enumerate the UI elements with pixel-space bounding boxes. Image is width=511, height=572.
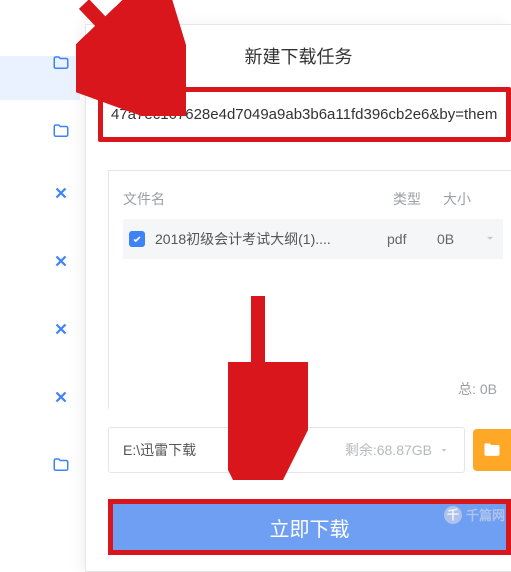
remaining-space: 剩余:68.87GB (345, 440, 432, 460)
browse-folder-button[interactable] (473, 429, 511, 471)
file-name: 2018初级会计考试大纲(1).... (155, 229, 387, 249)
url-value: 47a7ec167628e4d7049a9ab3b6a11fd396cb2e6&… (111, 106, 498, 123)
download-path-value: E:\迅雷下载 (123, 440, 196, 460)
file-size: 0B (437, 231, 483, 247)
close-icon (52, 320, 70, 338)
download-button-label: 立即下载 (270, 513, 350, 542)
background-sidebar (0, 0, 80, 572)
file-list-header: 文件名 类型 大小 (123, 189, 503, 219)
file-row[interactable]: 2018初级会计考试大纲(1).... pdf 0B (123, 219, 503, 259)
download-path-row: E:\迅雷下载 剩余:68.87GB (108, 427, 511, 473)
file-type: pdf (387, 231, 437, 247)
col-header-size: 大小 (443, 189, 503, 209)
watermark-icon: 千 (444, 506, 462, 524)
close-icon (52, 388, 70, 406)
folder-icon (52, 456, 70, 474)
folder-icon (52, 54, 70, 72)
total-size: 总: 0B (123, 259, 503, 409)
folder-icon (52, 122, 70, 140)
url-input[interactable]: 47a7ec167628e4d7049a9ab3b6a11fd396cb2e6&… (98, 87, 511, 142)
file-list: 文件名 类型 大小 2018初级会计考试大纲(1).... pdf 0B 总: … (108, 170, 511, 409)
chevron-down-icon[interactable] (483, 231, 497, 248)
chevron-down-icon (438, 444, 450, 456)
watermark: 千 千篇网 (444, 505, 505, 524)
col-header-name: 文件名 (123, 189, 393, 209)
close-icon (52, 184, 70, 202)
checkbox-checked[interactable] (129, 231, 145, 247)
modal-title: 新建下载任务 (86, 25, 511, 87)
download-path-input[interactable]: E:\迅雷下载 剩余:68.87GB (108, 427, 465, 473)
new-download-modal: 新建下载任务 47a7ec167628e4d7049a9ab3b6a11fd39… (85, 24, 511, 572)
col-header-type: 类型 (393, 189, 443, 209)
watermark-text: 千篇网 (466, 505, 505, 524)
folder-icon (482, 440, 502, 460)
close-icon (52, 252, 70, 270)
